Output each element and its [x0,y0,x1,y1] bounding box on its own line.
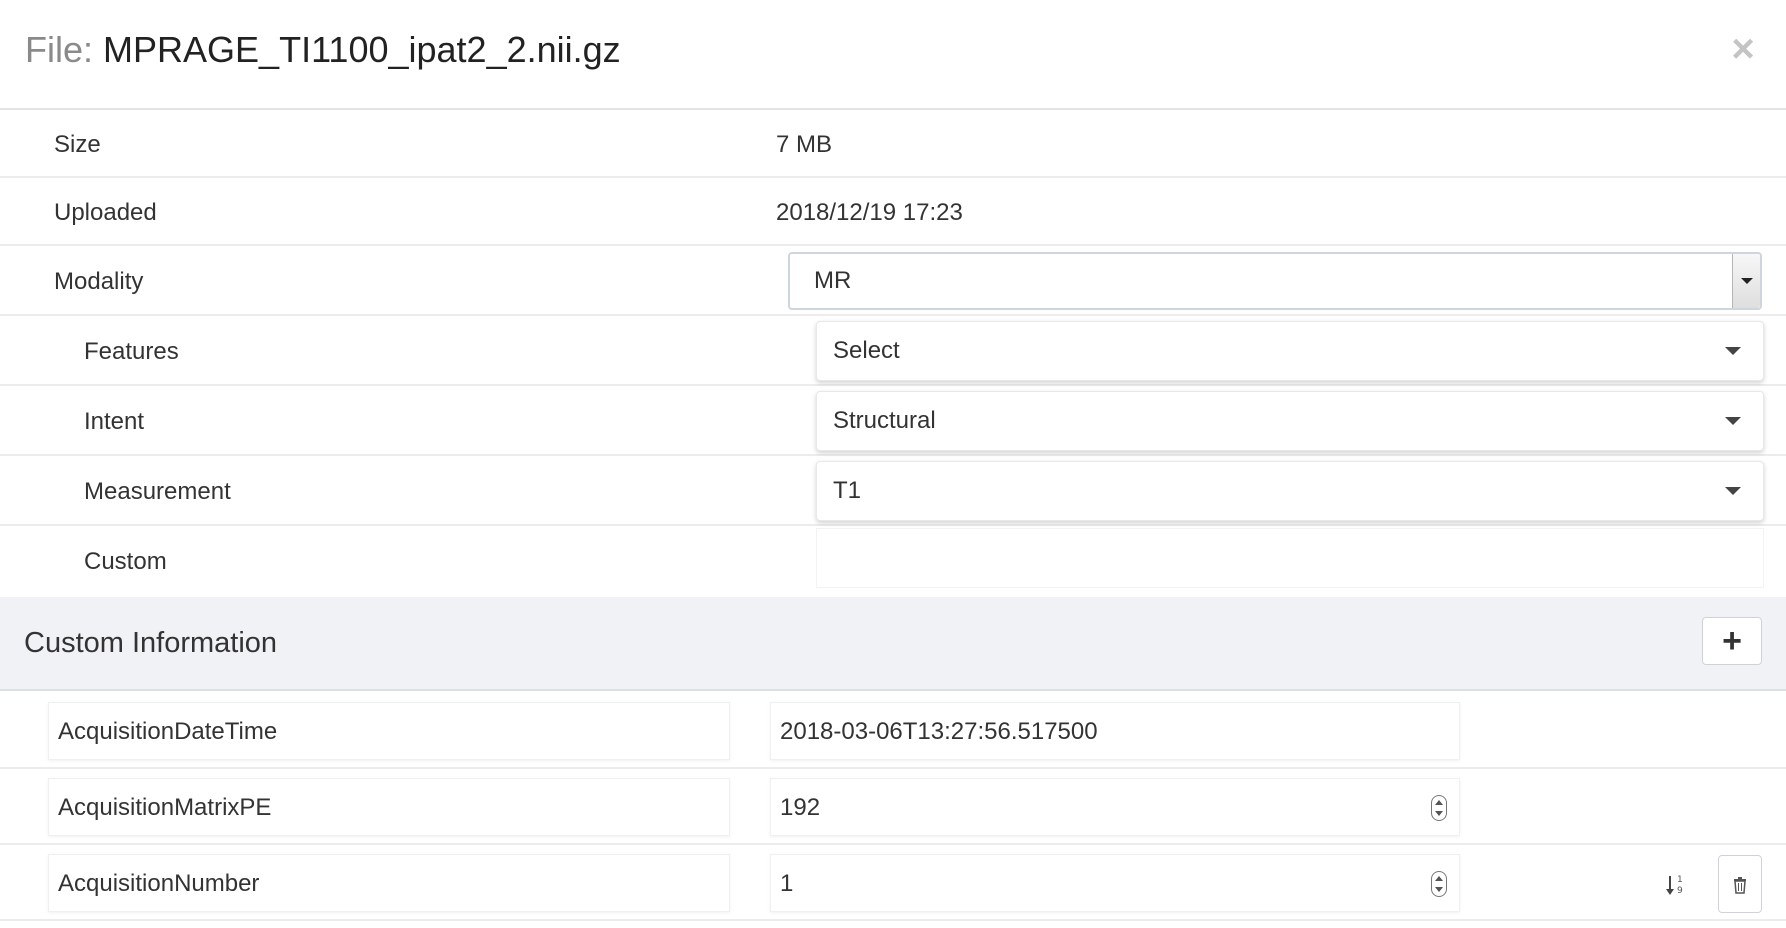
table-row: AcquisitionMatrixPE 192 [0,769,1786,845]
size-row: Size 7 MB [0,110,1786,178]
value-input[interactable]: 2018-03-06T13:27:56.517500 [770,702,1460,760]
key-text: AcquisitionDateTime [58,718,278,745]
size-value: 7 MB [776,131,833,158]
value-text: 192 [780,794,821,821]
value-text: 1 [780,870,794,897]
features-row: Features Select [0,316,1786,386]
trash-icon[interactable] [1718,855,1762,913]
stepper-down-icon [1435,887,1443,892]
custom-label: Custom [84,548,167,575]
measurement-select-value: T1 [833,477,862,504]
close-icon[interactable]: × [1726,29,1760,69]
stepper-icon[interactable] [1431,795,1447,821]
number-input[interactable]: 192 [770,778,1460,836]
sort-numeric-icon[interactable]: 1 9 [1665,873,1687,897]
key-input[interactable]: AcquisitionDateTime [48,702,730,760]
measurement-select[interactable]: T1 [816,461,1764,521]
file-modal: File: MPRAGE_TI1100_ipat2_2.nii.gz × Siz… [0,0,1786,928]
section-title: Custom Information [24,627,278,659]
number-input[interactable]: 1 [770,854,1460,912]
key-text: AcquisitionMatrixPE [58,794,272,821]
modal-header: File: MPRAGE_TI1100_ipat2_2.nii.gz × [0,0,1786,110]
intent-select-value: Structural [833,407,936,434]
plus-icon[interactable]: + [1702,617,1762,665]
features-select-value: Select [833,337,900,364]
measurement-label: Measurement [84,478,231,505]
chevron-down-icon [1725,417,1741,425]
modality-row: Modality MR [0,246,1786,316]
stepper-up-icon [1435,800,1443,805]
features-label: Features [84,338,179,365]
key-input[interactable]: AcquisitionNumber [48,854,730,912]
custom-input[interactable] [816,528,1764,588]
chevron-down-icon [1741,278,1753,284]
uploaded-label: Uploaded [54,199,157,226]
stepper-icon[interactable] [1431,871,1447,897]
svg-text:1: 1 [1677,875,1683,885]
modality-select-value: MR [814,267,852,294]
intent-row: Intent Structural [0,386,1786,456]
chevron-down-icon [1725,347,1741,355]
intent-select[interactable]: Structural [816,391,1764,451]
size-label: Size [54,131,101,158]
chevron-down-icon [1725,487,1741,495]
file-name: MPRAGE_TI1100_ipat2_2.nii.gz [103,29,621,70]
stepper-up-icon [1435,876,1443,881]
stepper-down-icon [1435,811,1443,816]
uploaded-value: 2018/12/19 17:23 [776,199,963,226]
uploaded-row: Uploaded 2018/12/19 17:23 [0,178,1786,246]
table-row: AcquisitionNumber 1 1 9 [0,845,1786,921]
measurement-row: Measurement T1 [0,456,1786,526]
features-select[interactable]: Select [816,321,1764,381]
modality-select[interactable]: MR [788,252,1762,310]
intent-label: Intent [84,408,145,435]
table-row: AcquisitionDateTime 2018-03-06T13:27:56.… [0,693,1786,769]
key-input[interactable]: AcquisitionMatrixPE [48,778,730,836]
value-text: 2018-03-06T13:27:56.517500 [780,718,1098,745]
custom-information-header: Custom Information + [0,597,1786,691]
select-caret-button[interactable] [1732,254,1760,308]
title-prefix: File: [25,29,94,70]
custom-row: Custom [0,526,1786,597]
svg-text:9: 9 [1677,886,1683,896]
key-text: AcquisitionNumber [58,870,260,897]
modality-label: Modality [54,268,144,295]
modal-title: File: MPRAGE_TI1100_ipat2_2.nii.gz [25,28,621,72]
